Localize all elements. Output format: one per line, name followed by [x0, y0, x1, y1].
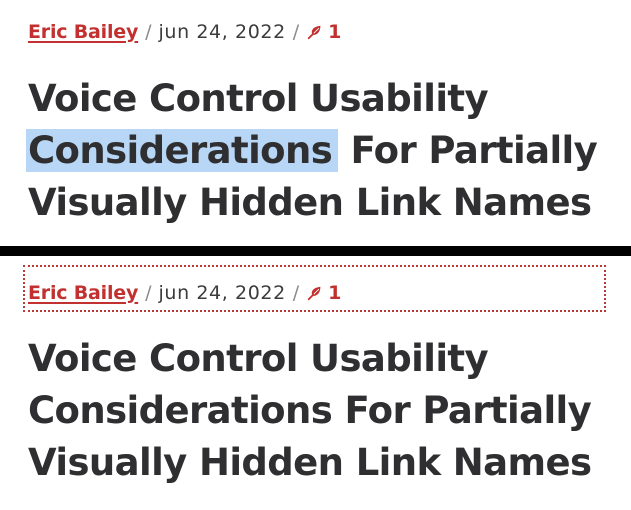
title-line-1: Voice Control Usability [28, 337, 489, 380]
post-header-selected-state: Eric Bailey / jun 24, 2022 / 1 Voice Con… [0, 0, 631, 244]
meta-separator: / [145, 281, 152, 304]
post-meta: Eric Bailey / jun 24, 2022 / 1 [28, 17, 341, 47]
comment-count-link[interactable]: 1 [306, 281, 342, 304]
comment-count: 1 [328, 20, 342, 43]
title-line-3: Visually Hidden Link Names [28, 181, 592, 224]
article-title: Voice Control Usability Considerations F… [26, 73, 628, 229]
title-line-2-rest: For Partially [338, 129, 598, 172]
leaf-icon [307, 25, 321, 40]
article-title: Voice Control Usability Considerations F… [28, 333, 628, 489]
meta-separator: / [145, 20, 152, 43]
post-date: jun 24, 2022 [158, 20, 286, 43]
post-meta: Eric Bailey / jun 24, 2022 / 1 [28, 278, 341, 308]
section-divider [0, 246, 631, 256]
leaf-icon [307, 286, 321, 301]
comment-count: 1 [328, 281, 342, 304]
author-link[interactable]: Eric Bailey [28, 22, 138, 42]
title-line-1: Voice Control Usability [28, 77, 489, 120]
author-link[interactable]: Eric Bailey [28, 283, 138, 303]
comment-count-link[interactable]: 1 [306, 20, 342, 43]
selected-text: Considerations [26, 129, 339, 172]
title-line-2: Considerations For Partially [28, 389, 592, 432]
title-line-3: Visually Hidden Link Names [28, 441, 592, 484]
meta-separator: / [292, 20, 300, 43]
post-date: jun 24, 2022 [158, 281, 286, 304]
post-header-focused-state: Eric Bailey / jun 24, 2022 / 1 Voice Con… [0, 262, 631, 510]
meta-separator: / [292, 281, 300, 304]
